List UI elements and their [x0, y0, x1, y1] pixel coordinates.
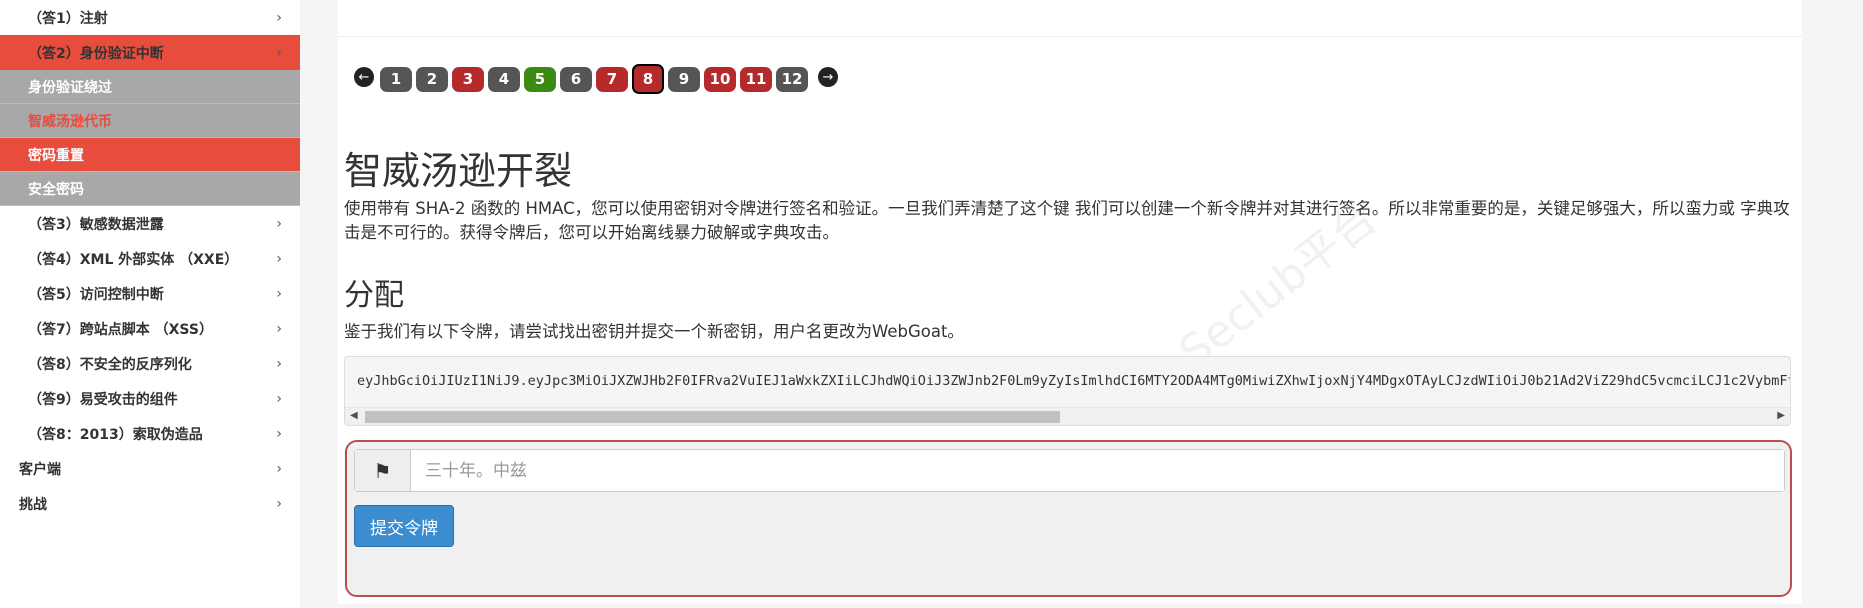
sidebar-item-label: （答8：2013）索取伪造品 [28, 426, 203, 443]
chevron-right-icon: › [276, 250, 282, 267]
chevron-right-icon: › [276, 355, 282, 372]
scroll-right-icon[interactable]: ▶ [1777, 410, 1785, 421]
submenu-item[interactable]: 密码重置 [0, 138, 300, 172]
page-link[interactable]: 5 [524, 66, 556, 92]
arrow-left-icon[interactable]: ← [354, 67, 374, 87]
sidebar-item-label: （答8）不安全的反序列化 [28, 356, 192, 373]
sidebar-item[interactable]: （答1）注射 › [0, 0, 300, 35]
sidebar-item[interactable]: （答7）跨站点脚本 （XSS） › [0, 311, 300, 346]
page-link[interactable]: 2 [416, 66, 448, 92]
chevron-right-icon: › [276, 320, 282, 337]
sidebar-item-label: （答3）敏感数据泄露 [28, 216, 164, 233]
lesson-intro: 使用带有 SHA-2 函数的 HMAC，您可以使用密钥对令牌进行签名和验证。一旦… [344, 199, 1790, 242]
token-box: eyJhbGciOiJIUzI1NiJ9.eyJpc3MiOiJXZWJHb2F… [344, 356, 1791, 426]
jwt-token: eyJhbGciOiJIUzI1NiJ9.eyJpc3MiOiJXZWJHb2F… [357, 373, 1790, 389]
assignment-text: 鉴于我们有以下令牌，请尝试找出密钥并提交一个新密钥，用户名更改为WebGoat。 [344, 322, 964, 341]
assignment-title: 分配 [344, 278, 404, 313]
sidebar-item[interactable]: （答3）敏感数据泄露 › [0, 206, 300, 241]
sidebar-item-label: 客户端 [19, 461, 61, 478]
page-link[interactable]: 3 [452, 66, 484, 92]
chevron-right-icon: › [276, 215, 282, 232]
page-link[interactable]: 7 [596, 66, 628, 92]
arrow-right-icon[interactable]: → [818, 67, 838, 87]
sidebar-item-label: （答7）跨站点脚本 （XSS） [28, 321, 213, 338]
divider [338, 36, 1802, 37]
submenu-item[interactable]: 身份验证绕过 [0, 70, 300, 104]
chevron-right-icon: › [276, 425, 282, 442]
attack-form: ⚑ 提交令牌 [345, 440, 1792, 597]
chevron-right-icon: › [276, 44, 282, 61]
lesson-panel: ← 1 2 3 4 5 6 7 8 9 10 11 12 → Seclub平台 智威汤逊开裂 使用带有… [338, 0, 1802, 604]
scroll-left-icon[interactable]: ◀ [350, 410, 358, 421]
sidebar-item-label: （答1）注射 [28, 10, 108, 27]
sidebar-item-label: （答9）易受攻击的组件 [28, 391, 178, 408]
submenu: 身份验证绕过 智威汤逊代币 密码重置 安全密码 [0, 70, 300, 206]
chevron-right-icon: › [276, 9, 282, 26]
submenu-item[interactable]: 安全密码 [0, 172, 300, 206]
horizontal-scrollbar[interactable]: ◀ ▶ [345, 407, 1790, 425]
flag-icon: ⚑ [355, 450, 411, 491]
sidebar-item[interactable]: 挑战 › [0, 486, 300, 521]
sidebar-item[interactable]: （答5）访问控制中断 › [0, 276, 300, 311]
page-link[interactable]: 8 [632, 64, 664, 94]
scrollbar-thumb[interactable] [365, 411, 1060, 423]
submenu-item[interactable]: 智威汤逊代币 [0, 104, 300, 138]
chevron-right-icon: › [276, 460, 282, 477]
page-link[interactable]: 1 [380, 66, 412, 92]
sidebar-item[interactable]: （答9）易受攻击的组件 › [0, 381, 300, 416]
sidebar-item[interactable]: （答8）不安全的反序列化 › [0, 346, 300, 381]
sidebar-item-label: （答4）XML 外部实体 （XXE） [28, 251, 239, 268]
sidebar-item[interactable]: 客户端 › [0, 451, 300, 486]
page-link[interactable]: 10 [704, 66, 736, 92]
submit-token-button[interactable]: 提交令牌 [354, 505, 454, 547]
sidebar-item-label: （答5）访问控制中断 [28, 286, 164, 303]
sidebar: （答1）注射 › （答2）身份验证中断 › 身份验证绕过 智威汤逊代币 密码重置 安全密… [0, 0, 300, 608]
chevron-right-icon: › [276, 495, 282, 512]
chevron-right-icon: › [276, 390, 282, 407]
page-link[interactable]: 9 [668, 66, 700, 92]
page-link[interactable]: 12 [776, 66, 808, 92]
sidebar-item[interactable]: （答4）XML 外部实体 （XXE） › [0, 241, 300, 276]
lesson-pager: ← 1 2 3 4 5 6 7 8 9 10 11 12 → [348, 64, 844, 94]
nav-item-label: （答2）身份验证中断 [28, 45, 164, 62]
chevron-right-icon: › [276, 285, 282, 302]
sidebar-item-label: 挑战 [19, 496, 47, 513]
page-link[interactable]: 6 [560, 66, 592, 92]
page-link[interactable]: 11 [740, 66, 772, 92]
sidebar-item[interactable]: （答8：2013）索取伪造品 › [0, 416, 300, 451]
nav-item-auth-break[interactable]: （答2）身份验证中断 › [0, 35, 300, 70]
token-input-group: ⚑ [354, 449, 1785, 492]
page-link[interactable]: 4 [488, 66, 520, 92]
lesson-title: 智威汤逊开裂 [344, 149, 573, 193]
token-input[interactable] [411, 450, 1784, 491]
